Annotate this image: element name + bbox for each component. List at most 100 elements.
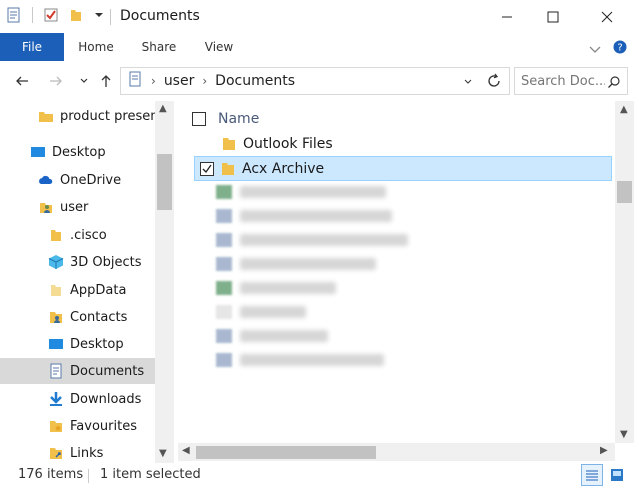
row-checkbox-checked[interactable]: [200, 161, 214, 176]
nav-item-onedrive[interactable]: OneDrive: [0, 167, 155, 193]
scroll-up-arrow-icon[interactable]: ▲: [620, 104, 628, 115]
onedrive-cloud-icon: [38, 172, 54, 188]
file-list-pane: Name Outlook Files Acx Archive ▲ ▼ ◀ ▶: [178, 101, 634, 463]
help-icon[interactable]: ?: [612, 39, 628, 59]
horizontal-scrollbar-thumb[interactable]: [196, 446, 376, 459]
tab-view[interactable]: View: [195, 33, 243, 61]
nav-item-contacts[interactable]: Contacts: [0, 304, 155, 330]
3d-objects-icon: [48, 254, 64, 270]
nav-vertical-scrollbar[interactable]: ▲ ▼: [155, 101, 174, 463]
breadcrumb-documents[interactable]: Documents: [215, 73, 295, 89]
customize-toolbar-chevron-icon[interactable]: [91, 7, 107, 23]
large-icons-view-button[interactable]: [606, 464, 628, 486]
refresh-icon[interactable]: [485, 72, 503, 90]
favourites-icon: [48, 418, 64, 434]
nav-item-cisco[interactable]: .cisco: [0, 222, 155, 248]
nav-item-label: .cisco: [70, 227, 107, 243]
nav-item-label: Documents: [70, 363, 145, 379]
user-folder-icon: [38, 199, 54, 215]
expand-ribbon-chevron-icon[interactable]: [588, 40, 602, 59]
file-name: Outlook Files: [243, 135, 333, 152]
nav-item-label: Favourites: [70, 418, 137, 434]
content-vertical-scrollbar[interactable]: ▲ ▼: [615, 101, 634, 443]
file-name: Acx Archive: [242, 160, 325, 177]
file-row-acx-archive[interactable]: Acx Archive: [194, 156, 612, 181]
window-title: Documents: [120, 8, 200, 24]
toolbar-separator: [32, 7, 33, 23]
checkmark-icon[interactable]: [43, 7, 59, 23]
forward-button[interactable]: [46, 71, 66, 91]
minimize-button[interactable]: [484, 0, 530, 33]
nav-item-documents[interactable]: Documents: [0, 358, 155, 384]
address-row: › user › Documents: [0, 61, 634, 101]
ribbon: File Home Share View ?: [0, 33, 634, 61]
select-all-checkbox[interactable]: [192, 112, 206, 126]
scroll-right-arrow-icon[interactable]: ▶: [600, 445, 608, 456]
redacted-file-row[interactable]: [216, 353, 384, 367]
scroll-up-arrow-icon[interactable]: ▲: [159, 103, 167, 114]
details-view-icon: [586, 470, 598, 481]
up-button[interactable]: [96, 71, 116, 91]
redacted-file-row[interactable]: [216, 281, 336, 295]
title-bar: Documents: [0, 0, 634, 33]
content-horizontal-scrollbar[interactable]: ◀ ▶: [178, 443, 615, 461]
redacted-file-row[interactable]: [216, 185, 386, 199]
navigation-pane: product present Desktop OneDrive user .c…: [0, 101, 174, 463]
recent-locations-chevron-icon[interactable]: [74, 71, 94, 91]
nav-item-downloads[interactable]: Downloads: [0, 386, 155, 412]
redacted-file-row[interactable]: [216, 209, 392, 223]
quick-access-toolbar: [6, 7, 107, 23]
breadcrumb-chevron-icon[interactable]: ›: [151, 74, 156, 88]
nav-item-label: OneDrive: [60, 172, 122, 188]
ribbon-controls: ?: [588, 39, 628, 59]
search-input[interactable]: [515, 73, 605, 89]
redacted-file-row[interactable]: [216, 305, 306, 319]
nav-item-label: AppData: [70, 282, 127, 298]
maximize-button[interactable]: [530, 0, 576, 33]
breadcrumb-user[interactable]: user: [164, 73, 195, 89]
nav-item-appdata[interactable]: AppData: [0, 277, 155, 303]
column-header-name[interactable]: Name: [192, 107, 259, 131]
nav-item-desktop[interactable]: Desktop: [0, 139, 155, 165]
new-folder-icon[interactable]: [67, 7, 83, 23]
search-icon: [607, 74, 621, 93]
nav-item-favourites[interactable]: Favourites: [0, 413, 155, 439]
redacted-file-row[interactable]: [216, 329, 328, 343]
nav-item-product-present[interactable]: product present: [0, 103, 164, 129]
redacted-file-row[interactable]: [216, 233, 408, 247]
nav-item-label: Contacts: [70, 309, 128, 325]
downloads-icon: [48, 391, 64, 407]
folder-icon: [48, 227, 64, 243]
documents-icon: [48, 363, 64, 379]
address-bar[interactable]: › user › Documents: [120, 67, 510, 95]
redacted-file-row[interactable]: [216, 257, 376, 271]
nav-item-label: Downloads: [70, 391, 142, 407]
column-header-label: Name: [218, 111, 260, 127]
search-box[interactable]: [514, 67, 628, 95]
scroll-down-arrow-icon[interactable]: ▼: [159, 448, 167, 459]
address-history-chevron-icon[interactable]: [463, 72, 481, 90]
title-separator: [110, 9, 111, 25]
folder-icon: [221, 137, 237, 151]
desktop-icon: [30, 144, 46, 160]
content-scrollbar-thumb[interactable]: [617, 181, 632, 203]
item-count: 176 items: [18, 467, 84, 482]
tab-file[interactable]: File: [0, 33, 64, 61]
properties-icon[interactable]: [6, 7, 22, 23]
tab-home[interactable]: Home: [66, 33, 126, 61]
breadcrumb-chevron-icon[interactable]: ›: [202, 74, 207, 88]
nav-scrollbar-thumb[interactable]: [157, 154, 172, 210]
scroll-down-arrow-icon[interactable]: ▼: [620, 429, 628, 440]
back-button[interactable]: [12, 71, 32, 91]
file-row-outlook-files[interactable]: Outlook Files: [194, 131, 612, 156]
folder-icon: [48, 282, 64, 298]
tab-share[interactable]: Share: [133, 33, 185, 61]
scroll-left-arrow-icon[interactable]: ◀: [182, 445, 190, 456]
nav-item-3d-objects[interactable]: 3D Objects: [0, 249, 155, 275]
close-button[interactable]: [584, 0, 630, 33]
details-view-button[interactable]: [581, 464, 603, 486]
desktop-icon: [48, 336, 64, 352]
nav-item-links[interactable]: Links: [0, 440, 155, 463]
nav-item-user[interactable]: user: [0, 194, 155, 220]
nav-item-desktop-user[interactable]: Desktop: [0, 331, 155, 357]
